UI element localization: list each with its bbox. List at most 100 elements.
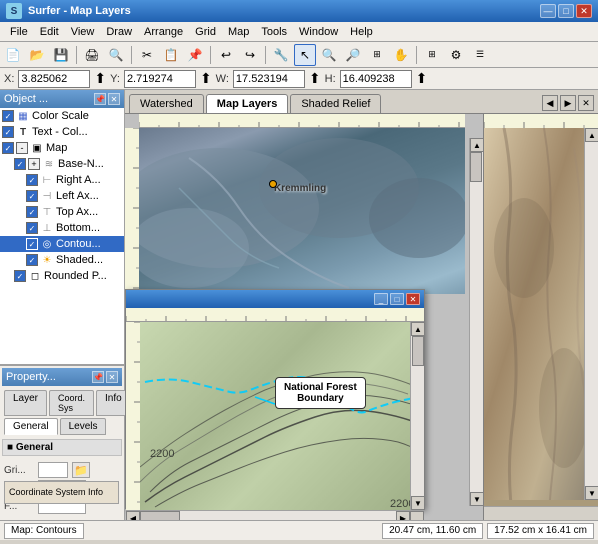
inner-maximize-button[interactable]: □ [390, 293, 404, 305]
scroll-down-button[interactable]: ▼ [411, 496, 425, 510]
inner-close-button[interactable]: ✕ [406, 293, 420, 305]
inner-minimize-button[interactable]: _ [374, 293, 388, 305]
menu-grid[interactable]: Grid [189, 24, 222, 40]
tree-check-bottom[interactable]: ✓ [26, 222, 38, 234]
undo-button[interactable]: ↩ [215, 44, 237, 66]
zoom-fit-button[interactable]: ⊞ [366, 44, 388, 66]
y-spin-up[interactable]: ⬆ [200, 70, 212, 87]
tree-item-text[interactable]: ✓ T Text - Col... [0, 124, 124, 140]
x-input[interactable] [18, 70, 90, 88]
x-spin-up[interactable]: ⬆ [94, 70, 106, 87]
shaded-scroll-down[interactable]: ▼ [585, 486, 598, 500]
shaded-scroll-v[interactable]: ▲ ▼ [584, 128, 598, 500]
tab-shaded-relief[interactable]: Shaded Relief [290, 94, 381, 113]
menu-edit[interactable]: Edit [34, 24, 65, 40]
menu-view[interactable]: View [65, 24, 101, 40]
tree-item-shaded[interactable]: ✓ ☀ Shaded... [0, 252, 124, 268]
panel-close-button[interactable]: ✕ [108, 93, 120, 105]
open-button[interactable]: 📂 [26, 44, 48, 66]
menu-file[interactable]: File [4, 24, 34, 40]
tree-item-bottom[interactable]: ✓ ⊥ Bottom... [0, 220, 124, 236]
tab-scroll-right[interactable]: ▶ [560, 95, 576, 111]
menu-arrange[interactable]: Arrange [138, 24, 189, 40]
prop-close-button[interactable]: ✕ [106, 371, 118, 383]
save-button[interactable]: 💾 [50, 44, 72, 66]
paste-button[interactable]: 📌 [184, 44, 206, 66]
select-button[interactable]: ↖ [294, 44, 316, 66]
grid-button[interactable]: ⊞ [421, 44, 443, 66]
menu-map[interactable]: Map [222, 24, 255, 40]
w-spin-up[interactable]: ⬆ [309, 70, 321, 87]
tree-item-rounded[interactable]: ✓ ◻ Rounded P... [0, 268, 124, 284]
shaded-scroll-h[interactable] [484, 506, 598, 520]
base-n-expander[interactable]: + [28, 158, 40, 170]
prop-pin-button[interactable]: 📌 [92, 371, 104, 383]
tool1-button[interactable]: 🔧 [270, 44, 292, 66]
menu-help[interactable]: Help [344, 24, 379, 40]
tree-check-top-ax[interactable]: ✓ [26, 206, 38, 218]
menu-tools[interactable]: Tools [255, 24, 293, 40]
h-input[interactable] [340, 70, 412, 88]
menu-window[interactable]: Window [293, 24, 344, 40]
h-spin-up[interactable]: ⬆ [416, 70, 428, 87]
main-scroll-v[interactable]: ▲ ▼ [469, 138, 483, 506]
tab-coord-system[interactable]: Coord. Sys [49, 390, 94, 416]
cut-button[interactable]: ✂ [136, 44, 158, 66]
tree-item-base-n[interactable]: ✓ + ≋ Base-N... [0, 156, 124, 172]
copy-button[interactable]: 📋 [160, 44, 182, 66]
redo-button[interactable]: ↪ [239, 44, 261, 66]
print-button[interactable]: 🖨 [81, 44, 103, 66]
tab-watershed[interactable]: Watershed [129, 94, 204, 113]
scroll-up-button[interactable]: ▲ [411, 322, 425, 336]
tree-item-color-scale[interactable]: ✓ ▦ Color Scale [0, 108, 124, 124]
scroll-thumb-v[interactable] [412, 336, 424, 366]
settings-button[interactable]: ⚙ [445, 44, 467, 66]
new-button[interactable]: 📄 [2, 44, 24, 66]
tree-check-contou[interactable]: ✓ [26, 238, 38, 250]
tree-item-top-ax[interactable]: ✓ ⊤ Top Ax... [0, 204, 124, 220]
tree-check-rounded[interactable]: ✓ [14, 270, 26, 282]
props-button[interactable]: ☰ [469, 44, 491, 66]
tab-general[interactable]: General [4, 418, 58, 435]
zoom-in-button[interactable]: 🔍 [318, 44, 340, 66]
tree-item-map[interactable]: ✓ - ▣ Map [0, 140, 124, 156]
preview-button[interactable]: 🔍 [105, 44, 127, 66]
map-area[interactable]: Kremmling _ □ ✕ [125, 114, 598, 520]
main-scroll-thumb[interactable] [470, 152, 482, 182]
scroll-right-button[interactable]: ▶ [396, 511, 410, 520]
scroll-thumb-h[interactable] [140, 511, 180, 520]
tree-check-text[interactable]: ✓ [2, 126, 14, 138]
tree-item-contou[interactable]: ✓ ◎ Contou... [0, 236, 124, 252]
tab-close-button[interactable]: ✕ [578, 95, 594, 111]
gri-file-button[interactable]: 📁 [72, 462, 90, 478]
tab-layer[interactable]: Layer [4, 390, 47, 416]
tab-levels[interactable]: Levels [60, 418, 107, 435]
map-expander[interactable]: - [16, 142, 28, 154]
zoom-out-button[interactable]: 🔎 [342, 44, 364, 66]
tree-check-map[interactable]: ✓ [2, 142, 14, 154]
minimize-button[interactable]: — [540, 4, 556, 18]
shaded-scroll-up[interactable]: ▲ [585, 128, 598, 142]
tab-map-layers[interactable]: Map Layers [206, 94, 289, 113]
scroll-left-button[interactable]: ◀ [126, 511, 140, 520]
main-scroll-down[interactable]: ▼ [470, 492, 484, 506]
tree-item-right-a[interactable]: ✓ ⊢ Right A... [0, 172, 124, 188]
tree-check-shaded[interactable]: ✓ [26, 254, 38, 266]
panel-pin-button[interactable]: 📌 [94, 93, 106, 105]
tree-check-left-ax[interactable]: ✓ [26, 190, 38, 202]
tab-scroll-left[interactable]: ◀ [542, 95, 558, 111]
close-button[interactable]: ✕ [576, 4, 592, 18]
tree-check-color-scale[interactable]: ✓ [2, 110, 14, 122]
pan-button[interactable]: ✋ [390, 44, 412, 66]
scroll-right[interactable]: ▲ ▼ [410, 322, 424, 510]
menu-draw[interactable]: Draw [100, 24, 138, 40]
main-scroll-up[interactable]: ▲ [470, 138, 484, 152]
tree-check-base-n[interactable]: ✓ [14, 158, 26, 170]
y-input[interactable] [124, 70, 196, 88]
scroll-bottom[interactable]: ◀ ▶ [126, 510, 424, 520]
tree-item-left-ax[interactable]: ✓ ⊣ Left Ax... [0, 188, 124, 204]
w-input[interactable] [233, 70, 305, 88]
maximize-button[interactable]: □ [558, 4, 574, 18]
title-bar: S Surfer - Map Layers — □ ✕ [0, 0, 598, 22]
tree-check-right-a[interactable]: ✓ [26, 174, 38, 186]
